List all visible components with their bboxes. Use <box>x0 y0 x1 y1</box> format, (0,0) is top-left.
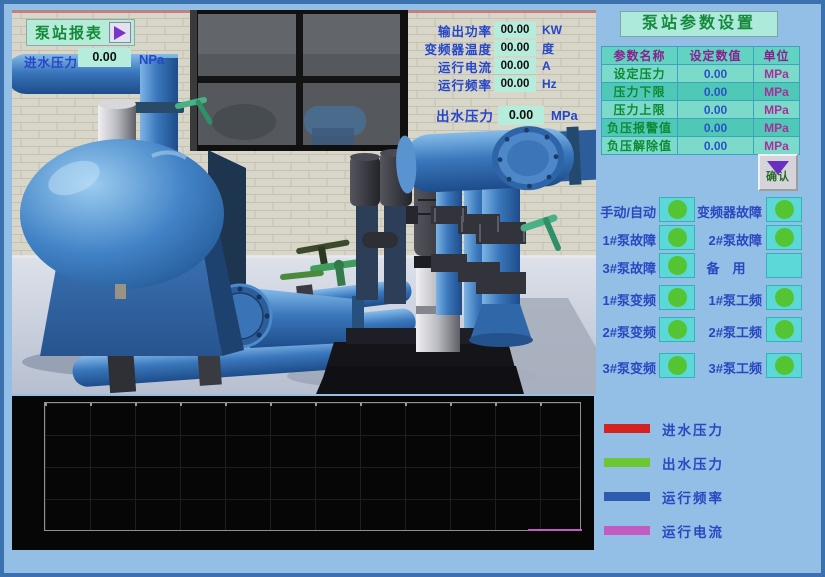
status-label-pump1-mains: 1#泵工频 <box>690 290 762 309</box>
status-label-pump1-fault: 1#泵故障 <box>596 230 656 249</box>
param-name: 压力上限 <box>602 101 678 119</box>
trend-chart <box>12 396 594 550</box>
status-label-auto-manual: 手动/自动 <box>596 202 656 221</box>
readout-unit: Hz <box>542 77 557 91</box>
led-dot <box>668 256 687 275</box>
param-value[interactable]: 0.00 <box>678 65 754 83</box>
status-led-pump3-mains <box>766 353 802 378</box>
col-header-name: 参数名称 <box>602 47 678 65</box>
param-value[interactable]: 0.00 <box>678 101 754 119</box>
report-button-label: 泵站报表 <box>35 22 103 43</box>
legend-swatch-running-current <box>604 526 650 535</box>
inlet-pressure-unit: NPa <box>139 52 164 67</box>
legend-label-inlet-pressure: 进水压力 <box>662 419 724 439</box>
readout-label: 输出功率 <box>410 21 492 40</box>
readout-value: 00.00 <box>494 58 536 74</box>
readout-value: 00.00 <box>494 76 536 92</box>
readout-unit: A <box>542 59 551 73</box>
inlet-pressure-label: 进水压力 <box>24 52 78 71</box>
readout-label: 运行频率 <box>410 75 492 94</box>
col-header-unit: 单位 <box>754 47 800 65</box>
status-label-pump1-vfd: 1#泵变频 <box>596 290 656 309</box>
param-unit: MPa <box>754 65 800 83</box>
readout-unit: KW <box>542 23 562 37</box>
readout-label: 运行电流 <box>410 57 492 76</box>
window <box>190 10 408 151</box>
led-dot <box>775 288 794 307</box>
param-name: 设定压力 <box>602 65 678 83</box>
led-dot <box>775 320 794 339</box>
legend-label-running-current: 运行电流 <box>662 521 724 541</box>
param-value[interactable]: 0.00 <box>678 119 754 137</box>
readout-row: 运行电流 00.00 A <box>410 58 562 74</box>
pump-station-3d-scene: 泵站报表 进水压力 0.00 NPa 输出功率 00.00 KW 变频器温度 0… <box>12 10 596 394</box>
status-led-pump2-fault <box>766 225 802 250</box>
readout-label: 变频器温度 <box>410 39 492 58</box>
legend-swatch-running-frequency <box>604 492 650 501</box>
outlet-pressure-value: 0.00 <box>498 106 544 125</box>
readout-row: 输出功率 00.00 KW <box>410 22 562 38</box>
table-row: 压力下限 0.00 MPa <box>602 83 800 101</box>
table-row: 负压解除值 0.00 MPa <box>602 137 800 155</box>
readout-row: 变频器温度 00.00 度 <box>410 40 562 56</box>
confirm-button[interactable]: 确认 <box>758 154 798 191</box>
led-dot <box>775 356 794 375</box>
legend-label-outlet-pressure: 出水压力 <box>662 453 724 473</box>
trace-running-current <box>528 529 582 531</box>
led-dot <box>668 288 687 307</box>
legend-swatch-outlet-pressure <box>604 458 650 467</box>
readout-group: 输出功率 00.00 KW 变频器温度 00.00 度 运行电流 00.00 A… <box>410 22 562 92</box>
settings-panel-title: 泵站参数设置 <box>620 11 778 37</box>
outlet-pressure-label: 出水压力 <box>436 105 494 125</box>
legend-label-running-frequency: 运行频率 <box>662 487 724 507</box>
table-row: 压力上限 0.00 MPa <box>602 101 800 119</box>
led-dot <box>668 200 687 219</box>
param-name: 负压报警值 <box>602 119 678 137</box>
outlet-pressure-row: 出水压力 0.00 MPa <box>436 105 578 125</box>
status-led-spare <box>766 253 802 278</box>
table-row: 设定压力 0.00 MPa <box>602 65 800 83</box>
status-led-pump1-mains <box>766 285 802 310</box>
col-header-value: 设定数值 <box>678 47 754 65</box>
hmi-screen: 泵站报表 进水压力 0.00 NPa 输出功率 00.00 KW 变频器温度 0… <box>0 0 825 577</box>
table-row: 负压报警值 0.00 MPa <box>602 119 800 137</box>
param-unit: MPa <box>754 101 800 119</box>
param-unit: MPa <box>754 83 800 101</box>
confirm-button-label: 确认 <box>766 168 790 184</box>
status-label-pump3-mains: 3#泵工频 <box>690 358 762 377</box>
outlet-pressure-unit: MPa <box>551 108 578 123</box>
status-label-vfd-fault: 变频器故障 <box>690 202 762 221</box>
led-dot <box>775 200 794 219</box>
param-name: 压力下限 <box>602 83 678 101</box>
readout-value: 00.00 <box>494 40 536 56</box>
legend-swatch-inlet-pressure <box>604 424 650 433</box>
led-dot <box>668 228 687 247</box>
status-label-pump3-vfd: 3#泵变频 <box>596 358 656 377</box>
led-dot <box>668 320 687 339</box>
status-led-pump2-mains <box>766 317 802 342</box>
param-unit: MPa <box>754 137 800 155</box>
led-dot <box>775 228 794 247</box>
status-led-vfd-fault <box>766 197 802 222</box>
status-label-pump2-fault: 2#泵故障 <box>690 230 762 249</box>
led-dot <box>668 356 687 375</box>
param-name: 负压解除值 <box>602 137 678 155</box>
status-label-pump2-vfd: 2#泵变频 <box>596 322 656 341</box>
plot-ticks <box>45 403 580 406</box>
status-label-pump3-fault: 3#泵故障 <box>596 258 656 277</box>
parameter-table: 参数名称 设定数值 单位 设定压力 0.00 MPa 压力下限 0.00 MPa… <box>601 46 800 155</box>
trend-plot-area <box>44 402 581 531</box>
status-label-spare: 备 用 <box>690 258 762 277</box>
readout-value: 00.00 <box>494 22 536 38</box>
param-unit: MPa <box>754 119 800 137</box>
report-button[interactable]: 泵站报表 <box>26 19 135 46</box>
param-value[interactable]: 0.00 <box>678 137 754 155</box>
readout-row: 运行频率 00.00 Hz <box>410 76 562 92</box>
play-icon[interactable] <box>109 22 131 43</box>
param-value[interactable]: 0.00 <box>678 83 754 101</box>
status-label-pump2-mains: 2#泵工频 <box>690 322 762 341</box>
readout-unit: 度 <box>542 40 554 57</box>
inlet-pressure-value: 0.00 <box>78 48 131 67</box>
